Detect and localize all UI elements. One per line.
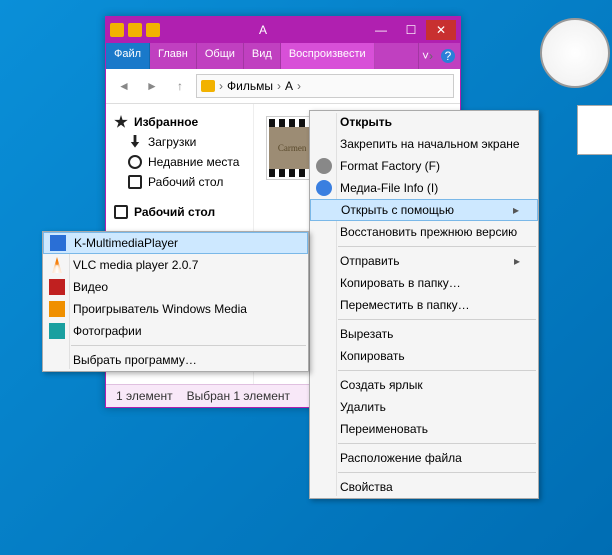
drive-icon	[201, 80, 215, 92]
video-app-icon	[49, 279, 65, 295]
tab-view[interactable]: Вид	[244, 43, 281, 69]
breadcrumb-seg[interactable]: Фильмы	[227, 79, 273, 93]
openwith-wmp[interactable]: Проигрыватель Windows Media	[43, 298, 308, 320]
desktop-icon	[114, 205, 128, 219]
ribbon-chevron-icon[interactable]: ˅	[418, 43, 436, 69]
recent-icon	[128, 155, 142, 169]
chevron-right-icon: ▸	[513, 203, 519, 217]
ctx-move-to[interactable]: Переместить в папку…	[310, 294, 538, 316]
vlc-icon	[49, 257, 65, 273]
openwith-photos[interactable]: Фотографии	[43, 320, 308, 342]
nav-downloads[interactable]: Загрузки	[110, 132, 249, 152]
ctx-copy[interactable]: Копировать	[310, 345, 538, 367]
maximize-button[interactable]: ☐	[396, 20, 426, 40]
calendar-gadget[interactable]	[577, 105, 612, 155]
open-with-submenu: K-MultimediaPlayer VLC media player 2.0.…	[42, 231, 309, 372]
info-icon	[316, 180, 332, 196]
kmplayer-icon	[50, 235, 66, 251]
tab-share[interactable]: Общи	[197, 43, 244, 69]
gear-icon	[316, 158, 332, 174]
star-icon	[114, 115, 128, 129]
openwith-kmplayer[interactable]: K-MultimediaPlayer	[43, 232, 308, 254]
ctx-copy-to[interactable]: Копировать в папку…	[310, 272, 538, 294]
forward-button[interactable]: ►	[140, 74, 164, 98]
tab-play[interactable]: Воспроизвести	[281, 43, 375, 69]
status-count: 1 элемент	[116, 389, 173, 403]
wmp-icon	[49, 301, 65, 317]
ctx-format-factory[interactable]: Format Factory (F)	[310, 155, 538, 177]
ctx-open[interactable]: Открыть	[310, 111, 538, 133]
status-selected: Выбран 1 элемент	[187, 389, 290, 403]
openwith-vlc[interactable]: VLC media player 2.0.7	[43, 254, 308, 276]
desktop-icon	[128, 175, 142, 189]
openwith-video[interactable]: Видео	[43, 276, 308, 298]
ctx-location[interactable]: Расположение файла	[310, 447, 538, 469]
ribbon: Файл Главн Общи Вид Воспроизвести ˅ ?	[106, 43, 460, 69]
ctx-send-to[interactable]: Отправить▸	[310, 250, 538, 272]
ctx-rename[interactable]: Переименовать	[310, 418, 538, 440]
svg-text:?: ?	[445, 49, 452, 63]
breadcrumb[interactable]: Фильмы A	[196, 74, 454, 98]
titlebar[interactable]: A — ☐ ✕	[106, 17, 460, 43]
ctx-restore[interactable]: Восстановить прежнюю версию	[310, 221, 538, 243]
help-icon[interactable]: ?	[436, 43, 460, 69]
tab-home[interactable]: Главн	[150, 43, 197, 69]
clock-gadget[interactable]	[540, 18, 610, 88]
ctx-open-with[interactable]: Открыть с помощью▸	[310, 199, 538, 221]
close-button[interactable]: ✕	[426, 20, 456, 40]
up-button[interactable]: ↑	[168, 74, 192, 98]
nav-favorites[interactable]: Избранное	[110, 112, 249, 132]
folder-icon	[110, 23, 124, 37]
back-button[interactable]: ◄	[112, 74, 136, 98]
nav-desktop[interactable]: Рабочий стол	[110, 172, 249, 192]
ctx-delete[interactable]: Удалить	[310, 396, 538, 418]
chevron-right-icon: ▸	[514, 254, 520, 268]
ctx-pin[interactable]: Закрепить на начальном экране	[310, 133, 538, 155]
doc-icon	[128, 23, 142, 37]
ctx-cut[interactable]: Вырезать	[310, 323, 538, 345]
window-title: A	[168, 23, 358, 37]
ctx-media-info[interactable]: Медиа-File Info (I)	[310, 177, 538, 199]
openwith-choose[interactable]: Выбрать программу…	[43, 349, 308, 371]
tab-file[interactable]: Файл	[106, 43, 150, 69]
quick-access-icons	[110, 23, 160, 37]
breadcrumb-seg[interactable]: A	[285, 79, 293, 93]
photos-icon	[49, 323, 65, 339]
folder2-icon	[146, 23, 160, 37]
context-menu: Открыть Закрепить на начальном экране Fo…	[309, 110, 539, 499]
ctx-properties[interactable]: Свойства	[310, 476, 538, 498]
nav-recent[interactable]: Недавние места	[110, 152, 249, 172]
download-icon	[128, 135, 142, 149]
address-bar-row: ◄ ► ↑ Фильмы A	[106, 69, 460, 104]
minimize-button[interactable]: —	[366, 20, 396, 40]
nav-desktop-root[interactable]: Рабочий стол	[110, 202, 249, 222]
ctx-shortcut[interactable]: Создать ярлык	[310, 374, 538, 396]
